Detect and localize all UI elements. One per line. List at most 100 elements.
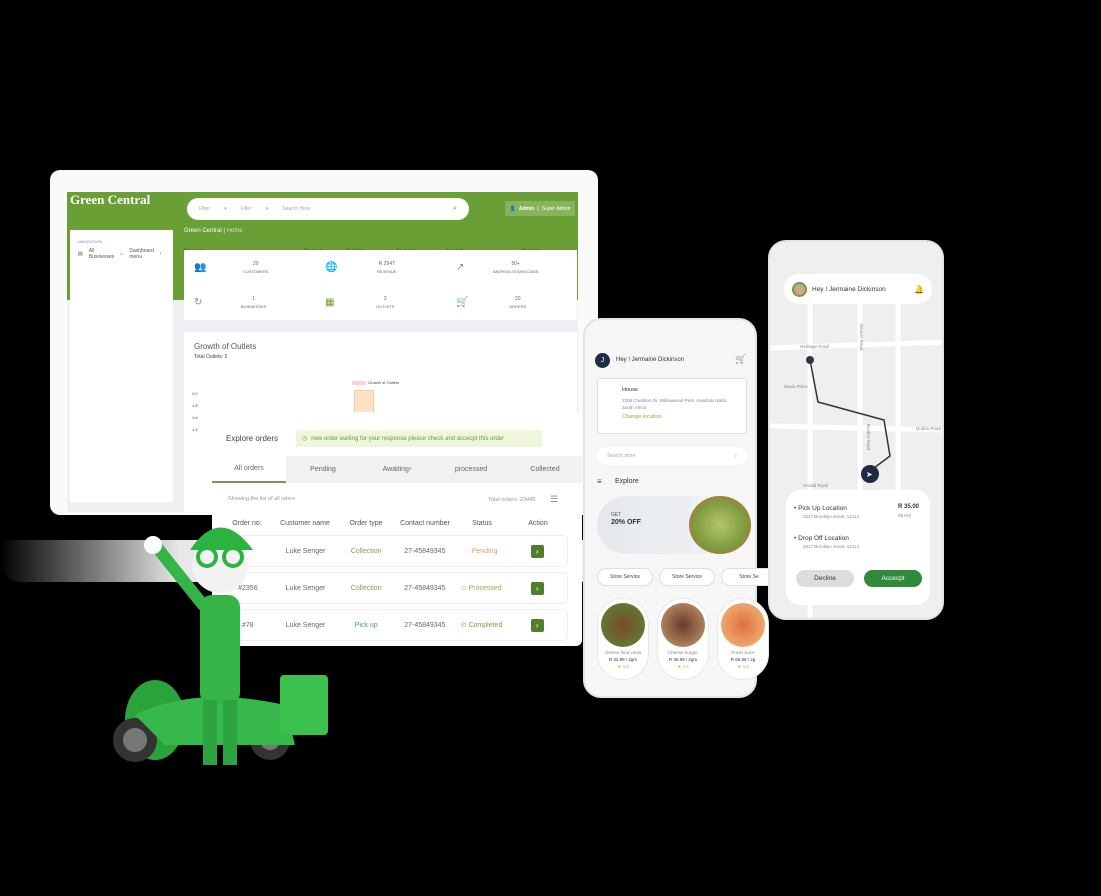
stat-label: ANDROID DOWNLOADS xyxy=(492,268,539,274)
tab-collected[interactable]: Collected xyxy=(508,456,582,483)
chevron-icon: › xyxy=(159,250,162,257)
sidebar-item-label: All Businesses xyxy=(88,247,115,260)
search-store-input[interactable]: Search store ⌕ xyxy=(597,447,747,465)
cell-type: Collection xyxy=(350,584,382,592)
food-item[interactable]: Cheese burger R 45.99 / 2gm ★ 4.5 xyxy=(657,598,709,680)
trip-card: • Pick Up Location 2017 Brooklyn street,… xyxy=(786,490,930,605)
accept-button[interactable]: Accecpt xyxy=(864,570,922,587)
cell-status: Processed xyxy=(468,585,502,592)
cell-status: Completed xyxy=(468,622,503,629)
salad-image xyxy=(689,496,751,554)
avatar[interactable]: J xyxy=(595,353,610,368)
column-header: Order type xyxy=(349,520,383,527)
showing-text: Showing the list of all oders xyxy=(228,496,295,502)
stat-card: ↗ 50+ ANDROID DOWNLOADS xyxy=(446,250,577,285)
sidebar-item[interactable]: ⌂ Dashboard menu › xyxy=(120,246,161,261)
stat-card: ↻ 1 BUSINESSES xyxy=(184,285,315,320)
street-label: Booker Road xyxy=(866,424,871,451)
notice-banner: ◷ new order waiting for your response ple… xyxy=(296,430,542,447)
stat-card: ▦ 2 OUTLETS xyxy=(315,285,446,320)
filter-dropdown[interactable]: Filter xyxy=(199,206,210,212)
refresh-icon: ↻ xyxy=(194,297,203,308)
store-service-chip[interactable]: Store Service xyxy=(659,568,715,586)
order-tabs: All orders Pending Awaiting • processed Colle… xyxy=(212,456,582,483)
star-icon: ★ xyxy=(737,664,742,669)
sidebar-item-label: Dashboard menu xyxy=(129,247,154,260)
stat-value: 20 xyxy=(252,260,259,267)
search-input[interactable]: Search Here xyxy=(282,206,439,212)
cart-icon[interactable]: 🛒 xyxy=(735,354,746,365)
search-bar[interactable]: Filter ▾ Filter ▾ Search Here ⌕ xyxy=(187,198,469,220)
view-order-button[interactable]: › xyxy=(530,544,544,558)
admin-button[interactable]: 👤 Admin | Super Admin xyxy=(505,201,575,216)
customer-app-phone: J Hey ! Jermaine Dickinson 🛒 House 2208 … xyxy=(583,318,777,698)
food-item[interactable]: cheese fried vindu R 32.99 / 2gm ★ 4.5 xyxy=(597,598,649,680)
tab-all-orders[interactable]: All orders xyxy=(212,456,286,483)
column-header: Status xyxy=(472,520,492,527)
view-order-button[interactable]: › xyxy=(530,581,544,595)
trend-icon: ↗ xyxy=(456,262,465,273)
store-icon: ▦ xyxy=(325,297,335,308)
cell-type: Collection xyxy=(350,547,382,555)
tab-processed[interactable]: processed xyxy=(434,456,508,483)
home-icon: ⌂ xyxy=(120,250,124,257)
address-card: House 2208 Cheddon Dr, Willowwood Park, … xyxy=(597,378,747,434)
street-label: Heritage Road xyxy=(800,344,830,349)
menu-icon[interactable]: ≡ xyxy=(597,477,602,486)
change-location-link[interactable]: Change location xyxy=(622,414,746,420)
cart-icon: 🛒 xyxy=(456,297,469,308)
filter-dropdown[interactable]: Filter xyxy=(241,206,252,212)
stat-value: R 2947 xyxy=(378,260,395,267)
y-tick: 1.8 xyxy=(192,403,198,408)
sidebar-item[interactable]: ▤ All Businesses xyxy=(78,246,114,261)
filter-icon[interactable]: ☰ xyxy=(550,494,558,505)
price: R 35.00 xyxy=(898,504,920,510)
search-icon: ⌕ xyxy=(734,453,737,459)
y-tick: 1.6 xyxy=(192,415,198,420)
search-icon[interactable]: ⌕ xyxy=(453,205,457,213)
stat-value: 20 xyxy=(514,295,521,302)
street-label: Davis Place xyxy=(784,384,808,389)
store-service-chip[interactable]: Store Service xyxy=(597,568,653,586)
cell-contact: 27-45849345 xyxy=(404,621,446,629)
star-icon: ★ xyxy=(677,664,682,669)
logo: Green Central xyxy=(70,192,151,207)
tab-pending[interactable]: Pending xyxy=(286,456,360,483)
tab-awaiting[interactable]: Awaiting • xyxy=(360,456,434,483)
clock-icon: ◷ xyxy=(302,436,308,442)
stat-label: ORDERS xyxy=(509,303,527,309)
stat-card: 🛒 20 ORDERS xyxy=(446,285,577,320)
user-icon: 👤 xyxy=(509,205,516,212)
explore-heading: Explore xyxy=(615,478,639,485)
star-icon: ★ xyxy=(617,664,622,669)
delivery-mascot-illustration xyxy=(113,527,328,765)
stat-label: BUSINESSES xyxy=(240,303,267,309)
sidebar: NAVIGATION ▤ All Businesses ⌂ Dashboard men… xyxy=(70,230,578,502)
chart-title: Growth of Outlets xyxy=(194,342,257,351)
greeting: Hey ! Jermaine Dickinson xyxy=(616,357,685,363)
orders-title: Explore orders xyxy=(226,434,279,443)
building-icon: ▤ xyxy=(78,250,83,257)
street-label: Dobbs Road xyxy=(916,426,942,431)
food-image xyxy=(661,603,705,647)
y-tick: 1.4 xyxy=(192,427,198,432)
street-label: Beaver Road xyxy=(859,324,864,351)
stat-value: 1 xyxy=(252,295,256,302)
promo-banner[interactable]: GET 20% OFF xyxy=(597,496,753,554)
stat-value: 50+ xyxy=(511,260,520,267)
food-item[interactable]: Fresh Juice R 65.99 / 2g ★ 4.5 xyxy=(717,598,769,680)
cell-contact: 27-45849345 xyxy=(404,584,446,592)
users-icon: 👥 xyxy=(194,262,207,273)
cell-status: Pending xyxy=(471,547,498,555)
decline-button[interactable]: Decline xyxy=(796,570,854,587)
stat-value: 2 xyxy=(383,295,387,302)
svg-text:➤: ➤ xyxy=(866,470,873,479)
stat-card: 🌐 R 2947 REVENUE xyxy=(315,250,446,285)
chart-subtitle: Total Outlets: 2 xyxy=(194,354,228,360)
chart-legend: Growth of Outlets xyxy=(352,380,399,385)
stat-label: OUTLETS xyxy=(376,303,395,309)
view-order-button[interactable]: › xyxy=(530,618,544,632)
total-orders: Total orders: 23445 xyxy=(488,497,536,503)
nav-label: NAVIGATION xyxy=(78,238,103,244)
bell-icon[interactable]: 🔔 xyxy=(914,285,924,294)
